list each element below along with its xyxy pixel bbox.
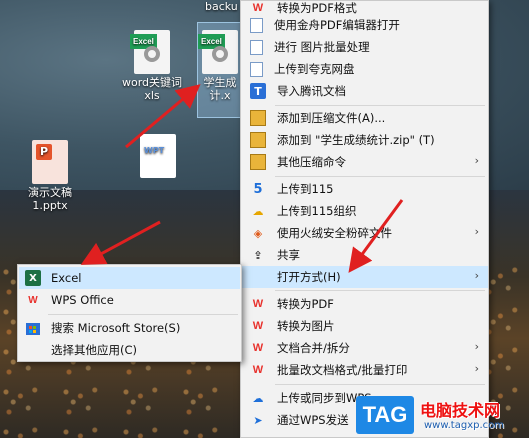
desktop-file-label: xls (144, 89, 160, 102)
share-icon: ⇪ (253, 248, 263, 262)
115-org-icon: ☁ (252, 204, 264, 218)
pdf-editor-icon (250, 17, 263, 33)
desktop-file-label: 1.pptx (32, 199, 68, 212)
wps-cloud-icon: ☁ (252, 391, 264, 405)
wps-icon: W (252, 364, 264, 376)
wps-send-icon: ➤ (253, 413, 263, 427)
microsoft-store-icon (25, 320, 41, 336)
pptx-file-icon: P (32, 140, 68, 184)
chevron-right-icon: › (474, 225, 479, 238)
open-with-submenu: X Excel W WPS Office 搜索 Microsoft Store(… (17, 264, 242, 362)
wps-icon: W (252, 342, 264, 354)
menu-item-convert-pdf[interactable]: W 转换为PDF (242, 293, 488, 315)
chevron-right-icon: › (474, 340, 479, 353)
wps-icon: W (28, 294, 38, 306)
menu-item-quark-upload[interactable]: 上传到夸克网盘 (242, 58, 488, 80)
chevron-right-icon: › (474, 362, 479, 375)
desktop-file-wpt[interactable]: WPT (122, 134, 194, 180)
wps-icon: W (252, 298, 264, 310)
chevron-right-icon: › (474, 154, 479, 167)
menu-item-merge-split[interactable]: W 文档合并/拆分 › (242, 337, 488, 359)
chevron-right-icon: › (474, 269, 479, 282)
desktop-file-label: 演示文稿 (28, 186, 72, 199)
menu-item-open-with[interactable]: 打开方式(H) › (242, 266, 488, 288)
desktop-file-presentation[interactable]: P 演示文稿 1.pptx (14, 140, 86, 212)
excel-icon: X (25, 270, 41, 286)
tencent-docs-icon: T (250, 83, 266, 99)
menu-item-other-compress[interactable]: 其他压缩命令 › (242, 151, 488, 173)
wpt-file-icon: WPT (140, 134, 176, 178)
choose-other-app[interactable]: 选择其他应用(C) (19, 339, 240, 361)
open-with-excel[interactable]: X Excel (19, 267, 240, 289)
archive-icon (250, 132, 266, 148)
archive-icon (250, 110, 266, 126)
desktop-file-word-keywords[interactable]: Excel word关键词 xls (116, 30, 188, 102)
menu-separator (275, 105, 485, 106)
menu-separator (48, 314, 238, 315)
desktop-file-label: word关键词 (121, 76, 183, 89)
menu-item-batch-format[interactable]: W 批量改文档格式/批量打印 › (242, 359, 488, 381)
menu-item-convert-image[interactable]: W 转换为图片 (242, 315, 488, 337)
huorong-icon: ◈ (253, 226, 263, 240)
watermark-url: www.tagxp.com (424, 420, 504, 431)
menu-item-open-pdf-editor[interactable]: 使用金舟PDF编辑器打开 (242, 14, 488, 36)
watermark-logo: TAG (356, 396, 414, 434)
menu-item-huorong-shred[interactable]: ◈ 使用火绒安全粉碎文件 › (242, 222, 488, 244)
quark-icon (250, 61, 263, 77)
image-batch-icon (250, 39, 263, 55)
menu-item-upload-115[interactable]: 5 上传到115 (242, 178, 488, 200)
115-icon: 5 (253, 181, 263, 197)
open-with-wps-office[interactable]: W WPS Office (19, 289, 240, 311)
menu-item-tencent-docs[interactable]: T 导入腾讯文档 (242, 80, 488, 102)
menu-item-add-archive[interactable]: 添加到压缩文件(A)... (242, 107, 488, 129)
menu-separator (275, 176, 485, 177)
menu-separator (275, 384, 485, 385)
excel-file-icon: Excel (198, 30, 238, 74)
menu-separator (275, 290, 485, 291)
menu-item-add-to-zip[interactable]: 添加到 "学生成绩统计.zip" (T) (242, 129, 488, 151)
wps-icon: W (252, 320, 264, 332)
context-menu: W 转换为PDF格式 使用金舟PDF编辑器打开 进行 图片批量处理 上传到夸克网… (240, 0, 489, 438)
desktop-folder-label[interactable]: backu (205, 0, 238, 13)
watermark: TAG 电脑技术网 www.tagxp.com (356, 392, 529, 438)
archive-icon (250, 154, 266, 170)
menu-item-upload-115-org[interactable]: ☁ 上传到115组织 (242, 200, 488, 222)
watermark-site-name: 电脑技术网 (420, 401, 501, 420)
excel-file-icon: Excel (130, 30, 170, 74)
search-microsoft-store[interactable]: 搜索 Microsoft Store(S) (19, 317, 240, 339)
menu-item-image-batch[interactable]: 进行 图片批量处理 (242, 36, 488, 58)
menu-item-share[interactable]: ⇪ 共享 (242, 244, 488, 266)
